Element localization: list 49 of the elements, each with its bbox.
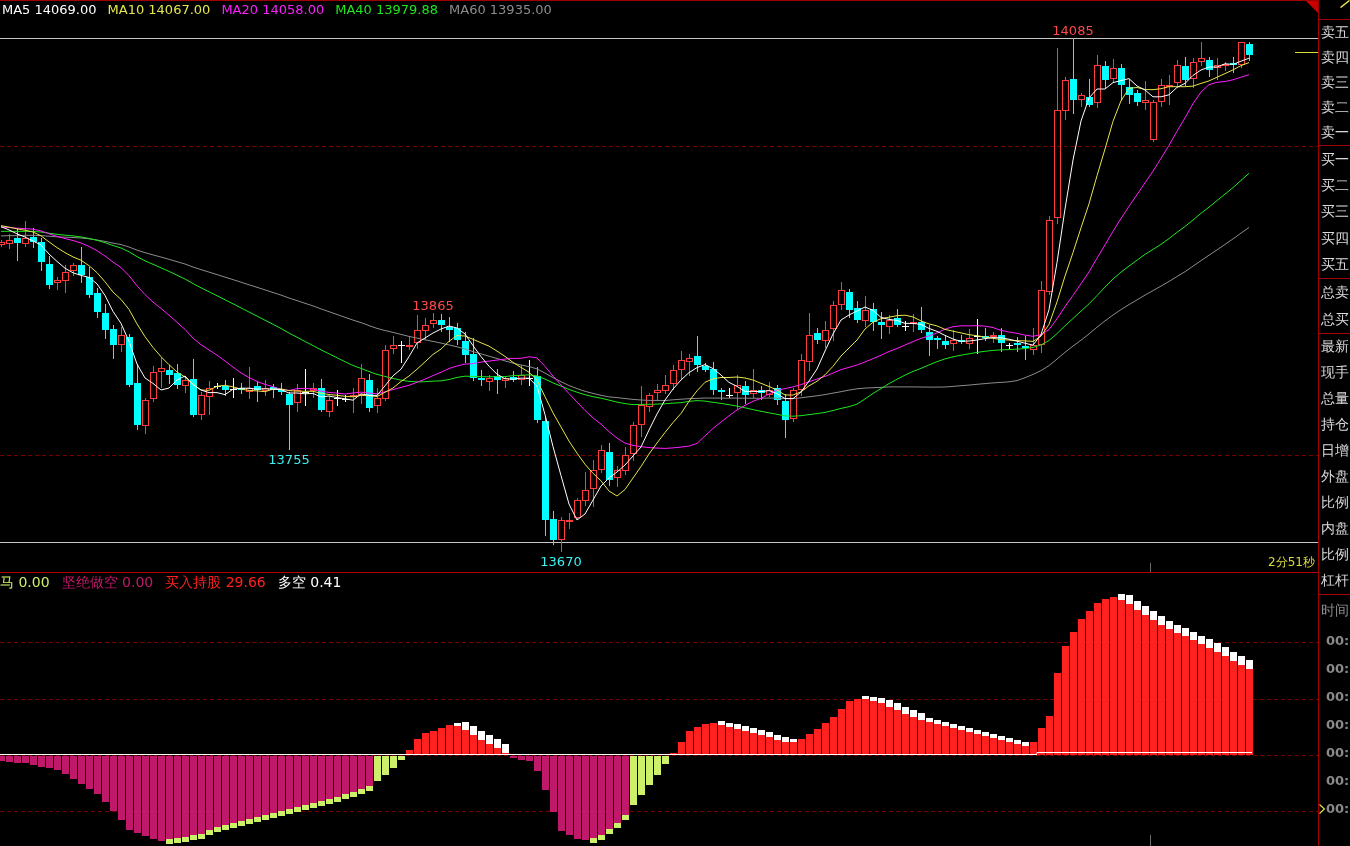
axis-tick — [1150, 562, 1151, 572]
quote-field-label: 总量 — [1321, 391, 1349, 407]
quote-field-label: 比例 — [1321, 547, 1349, 563]
quote-field-label: 卖一 — [1321, 124, 1349, 141]
quote-field-label: 比例 — [1321, 495, 1349, 511]
price-label: 13755 — [268, 452, 310, 467]
quote-field-label: 买五 — [1321, 257, 1349, 273]
indicator-label: 买入持股 29.66 — [165, 575, 266, 591]
quote-field-label: 现手 — [1321, 365, 1349, 381]
quote-field-label: 买一 — [1321, 151, 1349, 167]
indicator-label: 马 0.00 — [0, 575, 50, 591]
axis-tick — [1150, 834, 1151, 846]
moving-average-label: MA40 13979.88 — [335, 3, 439, 18]
moving-average-label: MA10 14067.00 — [107, 3, 211, 18]
quote-field-label: 买三 — [1321, 204, 1349, 220]
quote-field-label: 卖三 — [1321, 74, 1349, 91]
quote-field-label: 杠杆 — [1321, 573, 1349, 589]
trade-time: 00: — [1326, 773, 1350, 789]
price-label: 13865 — [412, 298, 454, 313]
quote-field-label: 买四 — [1321, 230, 1349, 247]
trade-time: 00: — [1326, 689, 1350, 705]
quote-field-label: 卖五 — [1321, 24, 1349, 41]
corner-triangle-icon — [1306, 1, 1318, 13]
price-label: 13670 — [540, 554, 582, 569]
price-tick-icon — [1294, 52, 1318, 53]
quote-field-label: 买二 — [1321, 177, 1349, 194]
column-header: 时间 — [1321, 603, 1349, 619]
trade-time: 00: — [1326, 633, 1350, 649]
moving-average-label: MA60 13935.00 — [449, 3, 552, 18]
quote-field-label: 总买 — [1321, 311, 1349, 328]
quote-field-label: 内盘 — [1321, 521, 1349, 537]
trade-time: 00: — [1326, 717, 1350, 733]
countdown-timer: 2分51秒 — [1268, 555, 1315, 569]
quote-field-label: 卖四 — [1321, 49, 1349, 66]
indicator-label: 多空 0.41 — [277, 575, 342, 591]
quote-field-label: 总卖 — [1321, 284, 1349, 301]
quote-field-label: 外盘 — [1321, 469, 1349, 485]
quote-field-label: 日增 — [1321, 443, 1349, 459]
moving-average-label: MA20 14058.00 — [221, 3, 325, 18]
moving-average-label: MA5 14069.00 — [2, 3, 97, 18]
quote-field-label: 持仓 — [1321, 417, 1349, 433]
quote-field-label: 卖二 — [1321, 99, 1349, 116]
trade-time: 00: — [1326, 745, 1350, 761]
quote-field-label: 最新 — [1321, 339, 1349, 355]
diagonal-line-icon — [1340, 0, 1350, 8]
indicator-label: 坚绝做空 0.00 — [61, 575, 154, 591]
trade-time: 00: — [1326, 661, 1350, 677]
trade-time: 00: — [1326, 801, 1350, 817]
price-label: 14085 — [1052, 23, 1094, 38]
